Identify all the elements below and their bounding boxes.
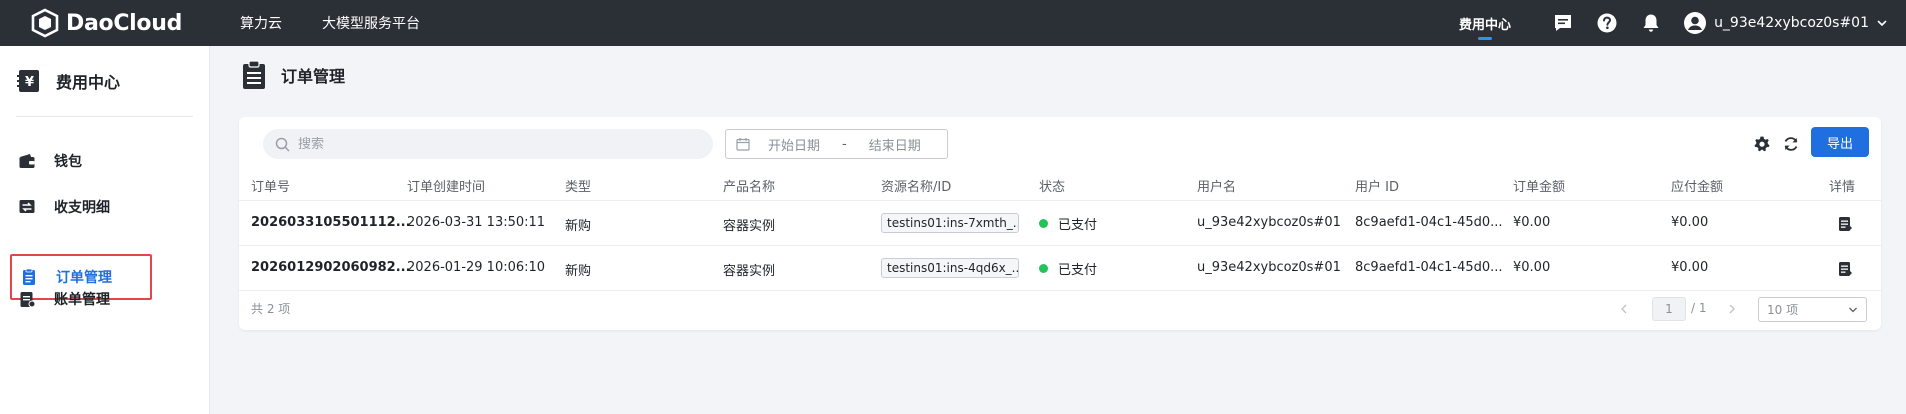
brand-name: DaoCloud xyxy=(66,10,183,36)
page-size-value: 10 项 xyxy=(1767,303,1799,317)
user-id-cell: 8c9aefd1-04c1-45d0... xyxy=(1355,260,1503,275)
top-nav-llm-platform[interactable]: 大模型服务平台 xyxy=(322,13,420,33)
created-time: 2026-03-31 13:50:11 xyxy=(407,215,546,230)
sidebar: ¥ 费用中心 钱包 收支明细 订单管理 账单管理 xyxy=(0,46,210,414)
current-page-input[interactable]: 1 xyxy=(1652,297,1686,321)
status-dot xyxy=(1039,264,1048,273)
notification-button[interactable] xyxy=(1639,11,1663,35)
bell-icon xyxy=(1643,14,1659,32)
col-status: 状态 xyxy=(1039,180,1066,195)
col-order-id: 订单号 xyxy=(251,180,291,195)
payable-amount: ¥0.00 xyxy=(1671,215,1709,230)
username: u_93e42xybcoz0s#01 xyxy=(1714,15,1869,31)
detail-document-icon[interactable] xyxy=(1837,216,1853,232)
detail-document-icon[interactable] xyxy=(1837,261,1853,277)
col-user-id: 用户 ID xyxy=(1355,180,1399,195)
bills-icon xyxy=(20,292,36,308)
total-pages: / 1 xyxy=(1691,301,1707,315)
refresh-icon xyxy=(1784,137,1798,151)
order-type: 新购 xyxy=(565,264,592,279)
col-payable-amount: 应付金额 xyxy=(1671,180,1724,195)
sidebar-title: 费用中心 xyxy=(56,73,121,92)
page-title: 订单管理 xyxy=(281,67,346,86)
help-button[interactable] xyxy=(1595,11,1619,35)
message-icon xyxy=(1555,15,1572,31)
top-nav-compute-cloud[interactable]: 算力云 xyxy=(240,13,282,33)
wallet-icon xyxy=(19,154,35,168)
col-type: 类型 xyxy=(565,180,592,195)
resource-tag[interactable]: testins01:ins-7xmth_... xyxy=(881,213,1019,233)
sidebar-item-label: 账单管理 xyxy=(54,292,110,308)
svg-text:¥: ¥ xyxy=(25,75,34,90)
row-divider xyxy=(239,290,1881,291)
sidebar-divider xyxy=(16,116,193,117)
status-badge: 已支付 xyxy=(1039,214,1097,233)
date-end-input[interactable]: 结束日期 xyxy=(869,135,921,154)
clipboard-icon xyxy=(243,60,265,89)
col-username: 用户名 xyxy=(1197,180,1237,195)
settings-button[interactable] xyxy=(1751,133,1773,155)
search-input[interactable] xyxy=(298,136,678,152)
chevron-down-icon xyxy=(1849,307,1857,313)
sidebar-item-label: 收支明细 xyxy=(54,200,110,216)
brand-logo[interactable]: DaoCloud xyxy=(30,0,182,46)
chevron-down-icon xyxy=(1877,20,1887,27)
page-header: 订单管理 xyxy=(241,60,345,90)
status-text: 已支付 xyxy=(1058,263,1098,278)
transactions-icon xyxy=(19,200,35,213)
top-bar: DaoCloud 算力云 大模型服务平台 费用中心 u_93e42xybcoz0… xyxy=(0,0,1906,46)
total-count: 共 2 项 xyxy=(251,302,291,316)
col-order-amount: 订单金额 xyxy=(1513,180,1566,195)
sidebar-header: ¥ 费用中心 xyxy=(0,46,209,116)
top-nav: 算力云 大模型服务平台 xyxy=(240,13,460,33)
chevron-right-icon[interactable] xyxy=(1726,303,1738,315)
sidebar-item-bills[interactable]: 账单管理 xyxy=(10,276,152,322)
username-cell: u_93e42xybcoz0s#01 xyxy=(1197,260,1341,275)
col-details: 详情 xyxy=(1829,180,1856,195)
top-right-area: 费用中心 u_93e42xybcoz0s#01 xyxy=(1459,0,1906,46)
date-range-picker[interactable]: 开始日期 - 结束日期 xyxy=(725,129,948,159)
search-icon xyxy=(275,137,290,152)
order-type: 新购 xyxy=(565,219,592,234)
export-button[interactable]: 导出 xyxy=(1811,127,1869,157)
resource-tag[interactable]: testins01:ins-4qd6x_... xyxy=(881,258,1019,278)
row-divider xyxy=(239,245,1881,246)
order-id[interactable]: 2026012902060982... xyxy=(251,260,411,275)
user-id-cell: 8c9aefd1-04c1-45d0... xyxy=(1355,215,1503,230)
orders-card: 开始日期 - 结束日期 导出 订单号 订单创建时间 类型 产品名称 资源名称/I… xyxy=(239,117,1881,330)
sidebar-item-transactions[interactable]: 收支明细 xyxy=(10,184,152,230)
order-id[interactable]: 2026033105501112... xyxy=(251,215,411,230)
col-created-time: 订单创建时间 xyxy=(407,180,486,195)
date-start-input[interactable]: 开始日期 xyxy=(768,135,820,154)
help-icon xyxy=(1597,13,1617,33)
col-product-name: 产品名称 xyxy=(723,180,776,195)
order-amount: ¥0.00 xyxy=(1513,215,1551,230)
avatar-icon xyxy=(1684,12,1707,34)
search-box[interactable] xyxy=(263,129,713,159)
user-menu[interactable]: u_93e42xybcoz0s#01 xyxy=(1683,11,1888,35)
payable-amount: ¥0.00 xyxy=(1671,260,1709,275)
refresh-button[interactable] xyxy=(1780,133,1802,155)
row-divider xyxy=(239,200,1881,201)
status-badge: 已支付 xyxy=(1039,259,1097,278)
date-separator: - xyxy=(842,136,847,152)
username-cell: u_93e42xybcoz0s#01 xyxy=(1197,215,1341,230)
calendar-icon xyxy=(736,138,750,151)
status-dot xyxy=(1039,219,1048,228)
gear-icon xyxy=(1754,136,1770,152)
message-button[interactable] xyxy=(1551,11,1575,35)
product-name: 容器实例 xyxy=(723,219,776,234)
order-amount: ¥0.00 xyxy=(1513,260,1551,275)
sidebar-item-wallet[interactable]: 钱包 xyxy=(10,138,152,184)
top-nav-fee-center[interactable]: 费用中心 xyxy=(1459,0,1511,46)
daocloud-logo-icon xyxy=(31,8,59,38)
product-name: 容器实例 xyxy=(723,264,776,279)
status-text: 已支付 xyxy=(1058,218,1098,233)
chevron-left-icon[interactable] xyxy=(1618,303,1630,315)
col-resource: 资源名称/ID xyxy=(881,180,952,195)
created-time: 2026-01-29 10:06:10 xyxy=(407,260,546,275)
page-size-select[interactable]: 10 项 xyxy=(1758,297,1867,322)
fee-center-icon: ¥ xyxy=(17,70,39,92)
sidebar-item-label: 钱包 xyxy=(54,154,82,170)
